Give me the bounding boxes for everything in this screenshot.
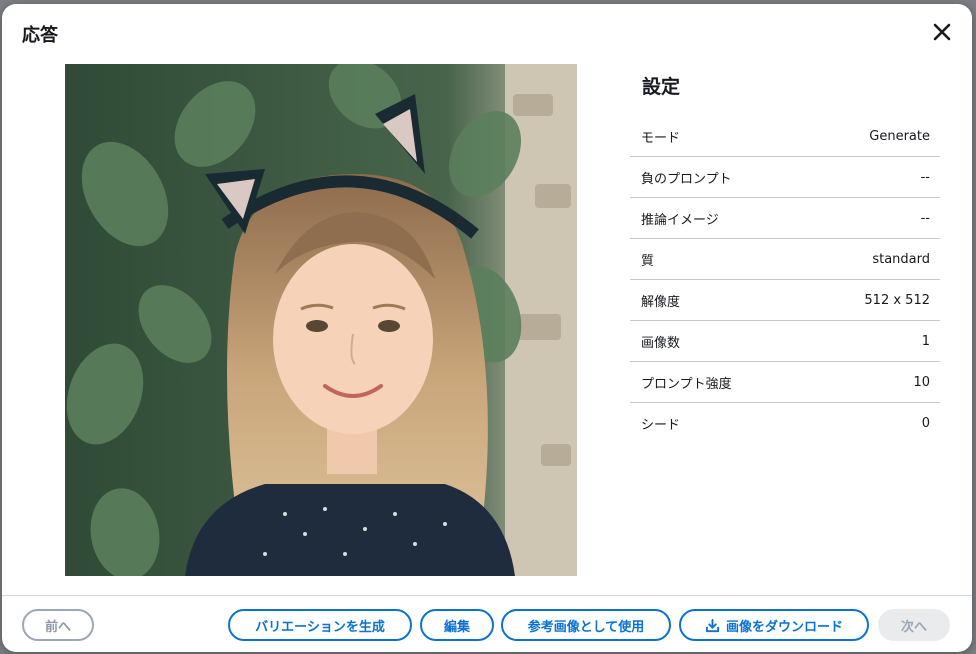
settings-label: シード — [641, 418, 681, 433]
settings-label: 負のプロンプト — [641, 171, 732, 187]
settings-row-mode: モード Generate — [630, 116, 940, 157]
download-icon — [705, 618, 720, 632]
settings-label: 推論イメージ — [641, 212, 719, 228]
settings-value: 512 x 512 — [864, 292, 930, 308]
settings-label: 画像数 — [641, 335, 681, 351]
modal-footer: 前へ バリエーションを生成 編集 参考画像として使用 画像をダウンロード 次へ — [2, 595, 972, 652]
download-image-button[interactable]: 画像をダウンロード — [679, 609, 869, 641]
close-icon — [933, 23, 951, 41]
modal-title: 応答 — [22, 25, 58, 46]
response-modal: 応答 設定 モード Generate 負のプロンプト -- 推論イメージ -- … — [2, 4, 972, 652]
settings-value: standard — [872, 251, 930, 267]
settings-row-prompt-strength: プロンプト強度 10 — [630, 362, 940, 403]
settings-title: 設定 — [642, 76, 681, 98]
generated-image — [65, 64, 577, 576]
download-image-label: 画像をダウンロード — [725, 619, 843, 635]
settings-row-negative-prompt: 負のプロンプト -- — [630, 157, 940, 198]
next-button[interactable]: 次へ — [878, 609, 950, 641]
settings-value: -- — [920, 210, 930, 226]
portrait-illustration — [65, 64, 577, 576]
settings-value: -- — [920, 169, 930, 185]
settings-row-seed: シード 0 — [630, 403, 940, 444]
edit-button[interactable]: 編集 — [420, 609, 494, 641]
settings-row-image-count: 画像数 1 — [630, 321, 940, 362]
close-button[interactable] — [930, 20, 954, 44]
settings-value: Generate — [869, 128, 930, 144]
settings-value: 1 — [921, 333, 930, 349]
prev-button[interactable]: 前へ — [22, 609, 94, 641]
settings-label: 質 — [641, 253, 655, 269]
settings-row-resolution: 解像度 512 x 512 — [630, 280, 940, 321]
settings-label: モード — [641, 130, 681, 146]
settings-value: 0 — [921, 416, 930, 431]
generate-variation-button[interactable]: バリエーションを生成 — [228, 609, 412, 641]
settings-value: 10 — [913, 374, 930, 390]
settings-label: プロンプト強度 — [641, 376, 732, 392]
settings-label: 解像度 — [641, 294, 681, 310]
settings-list: モード Generate 負のプロンプト -- 推論イメージ -- 質 stan… — [630, 116, 940, 444]
use-as-reference-button[interactable]: 参考画像として使用 — [501, 609, 671, 641]
settings-panel: 設定 モード Generate 負のプロンプト -- 推論イメージ -- 質 s… — [630, 64, 940, 444]
settings-row-inference-image: 推論イメージ -- — [630, 198, 940, 239]
settings-row-quality: 質 standard — [630, 239, 940, 280]
